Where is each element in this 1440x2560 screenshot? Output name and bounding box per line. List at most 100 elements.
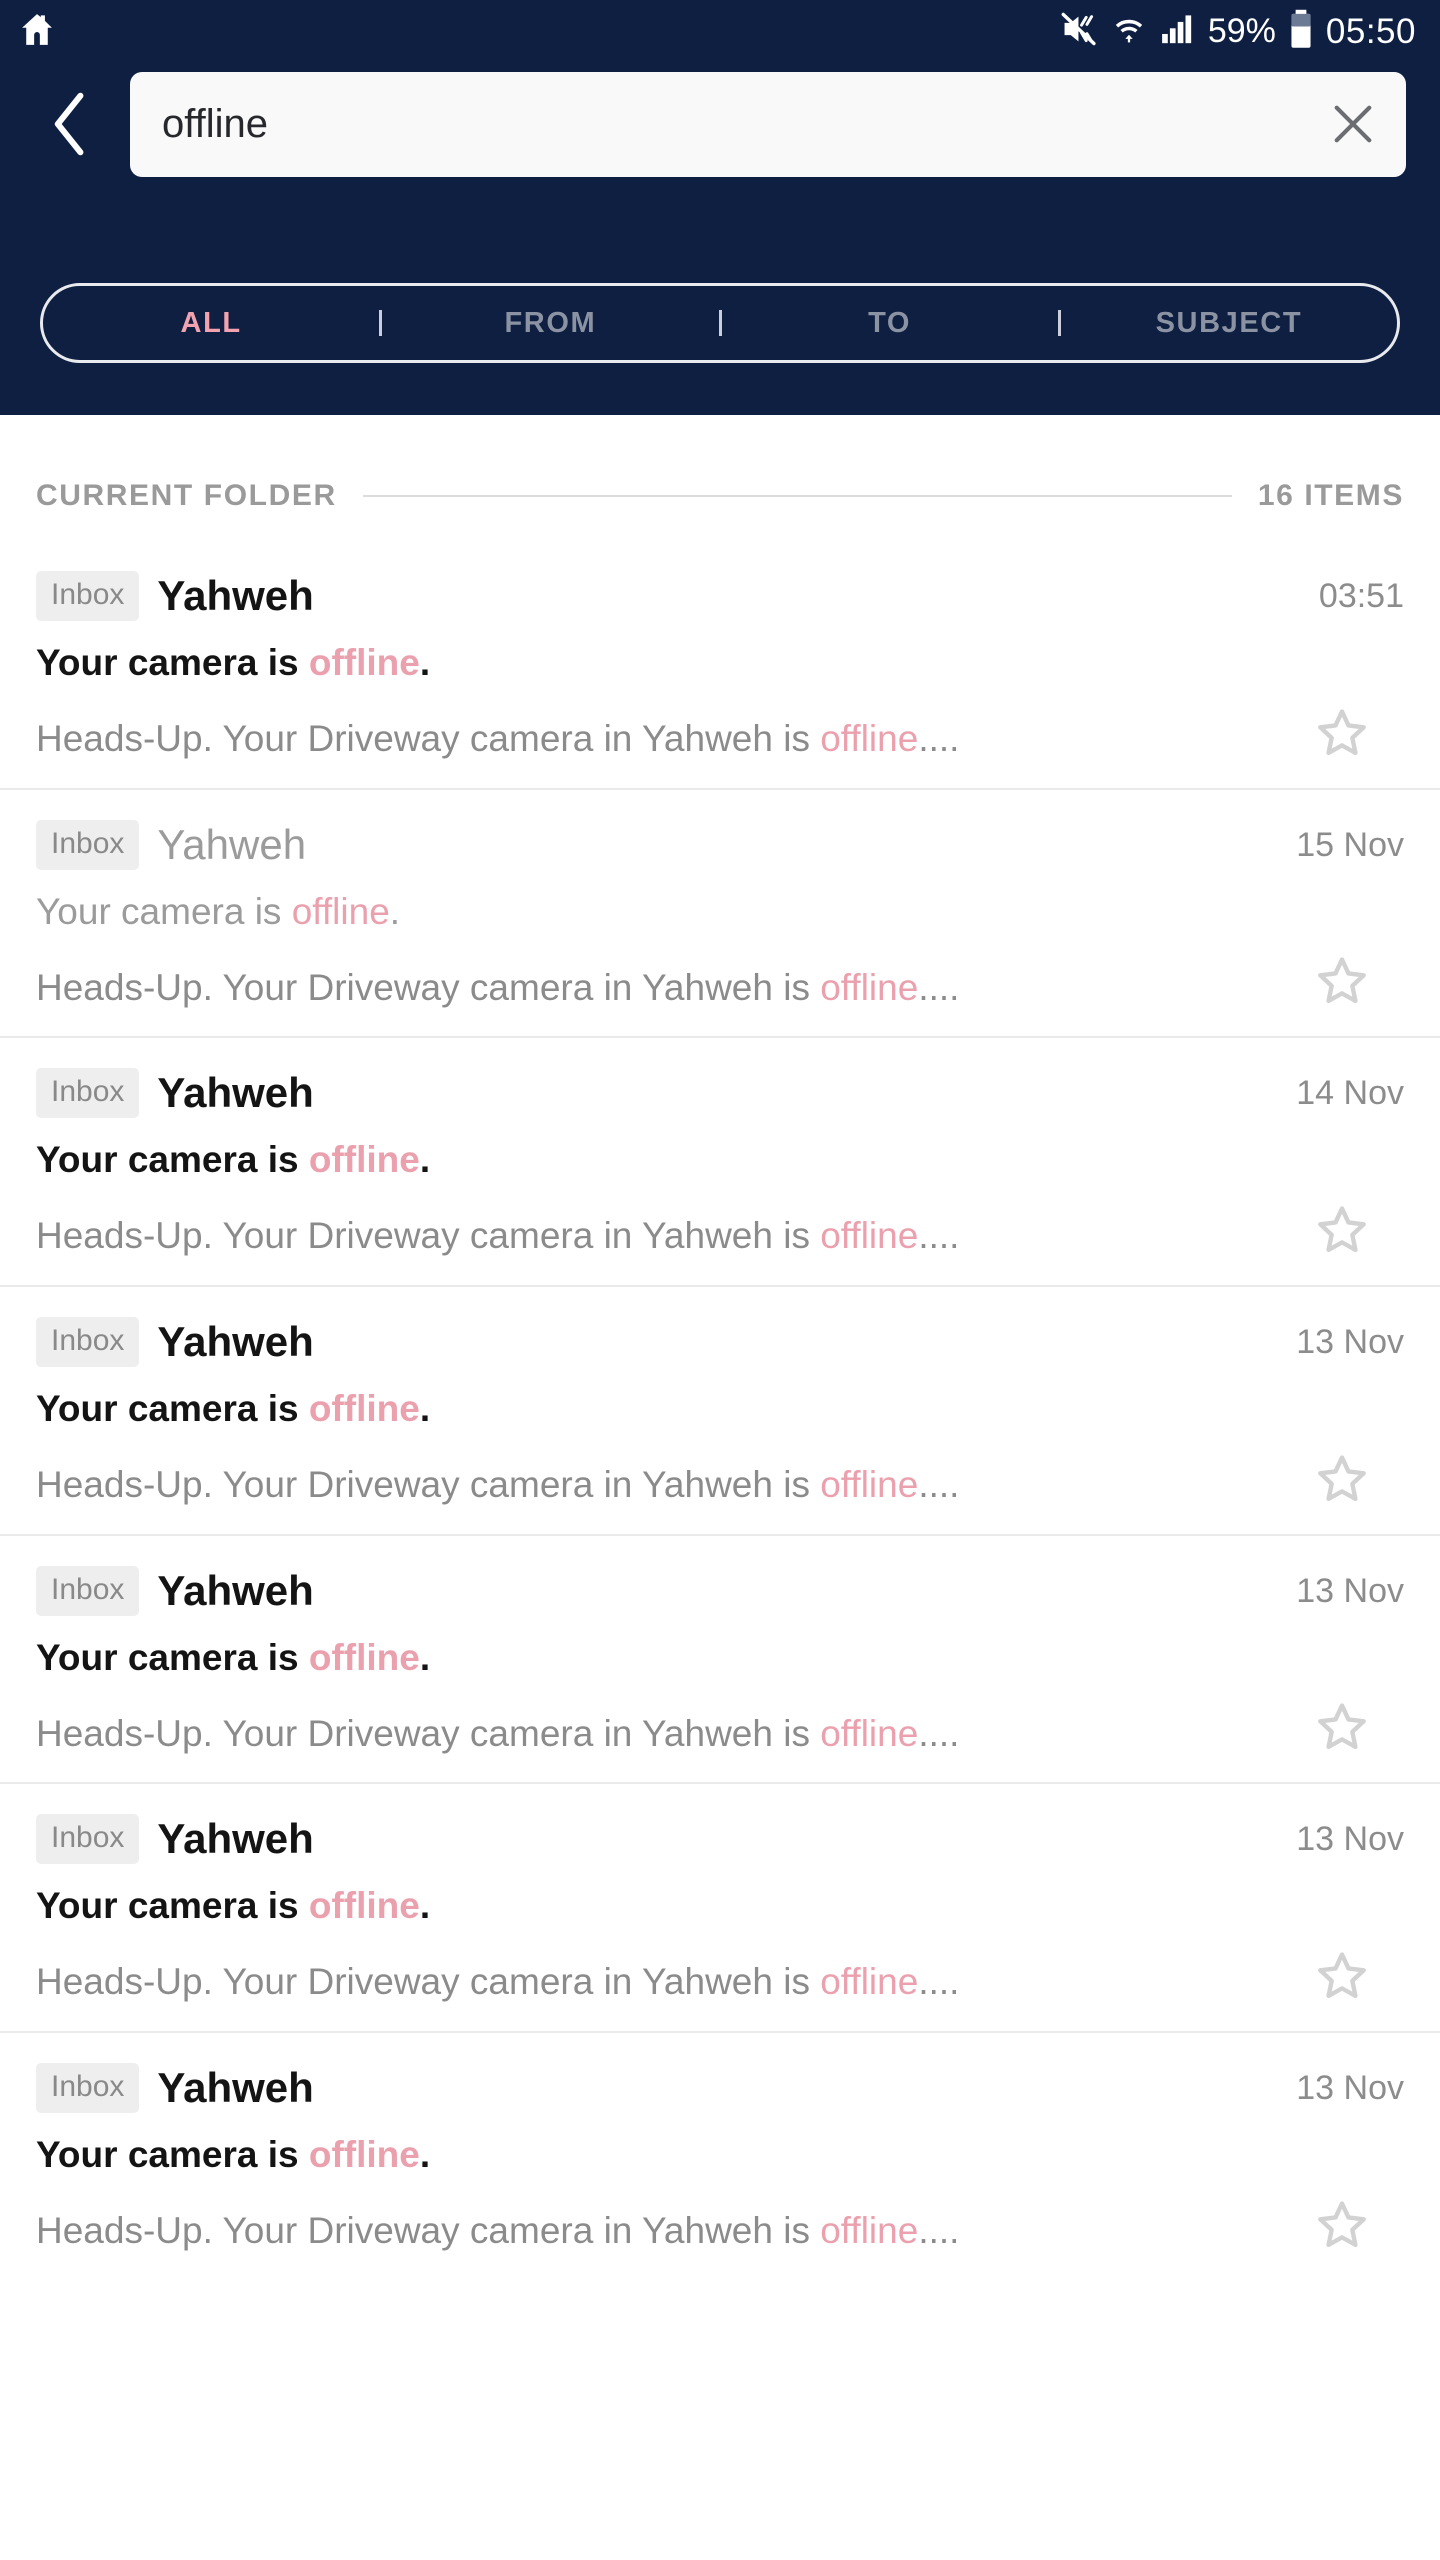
subject-text-after: . xyxy=(419,2135,431,2176)
preview-text-before: Heads-Up. Your Driveway camera in Yahweh… xyxy=(36,2211,821,2252)
email-sender: Yahweh xyxy=(157,2066,314,2111)
email-sender: Yahweh xyxy=(157,1568,314,1613)
email-row-top: Inbox Yahweh 13 Nov xyxy=(36,2063,1404,2114)
preview-text-before: Heads-Up. Your Driveway camera in Yahweh… xyxy=(36,1465,821,1506)
star-icon[interactable] xyxy=(1310,950,1374,1014)
subject-text-after: . xyxy=(419,643,431,683)
battery-percent-label: 59% xyxy=(1207,12,1276,50)
preview-text-after: .... xyxy=(918,2211,960,2252)
email-date: 14 Nov xyxy=(1296,1074,1404,1113)
email-list-item[interactable]: Inbox Yahweh 14 Nov Your camera is offline.… xyxy=(0,1036,1440,1285)
status-bar: 59% 05:50 xyxy=(0,0,1440,62)
section-divider xyxy=(362,495,1232,497)
list-section-header: CURRENT FOLDER 16 ITEMS xyxy=(0,451,1440,541)
email-row-top: Inbox Yahweh 13 Nov xyxy=(36,1814,1404,1865)
tab-all[interactable]: ALL xyxy=(43,308,379,338)
preview-text-before: Heads-Up. Your Driveway camera in Yahweh… xyxy=(36,1216,821,1257)
email-preview-row: Heads-Up. Your Driveway camera in Yahweh… xyxy=(36,702,1404,766)
subject-search-highlight: offline xyxy=(308,1886,420,1927)
folder-badge: Inbox xyxy=(36,2063,140,2114)
email-row-top: Inbox Yahweh 03:51 xyxy=(36,571,1404,621)
folder-badge: Inbox xyxy=(36,1317,140,1368)
search-input[interactable]: offline xyxy=(162,104,1322,144)
search-scope-filter-tabs: ALL FROM TO SUBJECT xyxy=(40,283,1400,363)
email-preview: Heads-Up. Your Driveway camera in Yahweh… xyxy=(36,719,1286,766)
email-subject: Your camera is offline. xyxy=(36,1140,1404,1181)
email-preview-row: Heads-Up. Your Driveway camera in Yahweh… xyxy=(36,1945,1404,2009)
preview-text-after: .... xyxy=(918,1465,960,1506)
subject-text-before: Your camera is xyxy=(36,2135,309,2176)
email-subject: Your camera is offline. xyxy=(36,1638,1404,1679)
preview-text-after: .... xyxy=(918,1713,960,1754)
subject-text-before: Your camera is xyxy=(36,891,292,932)
subject-search-highlight: offline xyxy=(308,2135,420,2176)
current-folder-label: CURRENT FOLDER xyxy=(36,479,337,512)
email-list-item[interactable]: Inbox Yahweh 13 Nov Your camera is offline.… xyxy=(0,1285,1440,1534)
preview-text-after: .... xyxy=(918,719,960,759)
email-date: 15 Nov xyxy=(1296,825,1404,864)
email-list-item[interactable]: Inbox Yahweh 13 Nov Your camera is offline.… xyxy=(0,1533,1440,1783)
preview-search-highlight: offline xyxy=(820,967,919,1008)
status-bar-right: 59% 05:50 xyxy=(1061,9,1416,54)
preview-text-before: Heads-Up. Your Driveway camera in Yahweh… xyxy=(36,719,821,759)
email-preview-row: Heads-Up. Your Driveway camera in Yahweh… xyxy=(36,950,1404,1014)
email-list-item[interactable]: Inbox Yahweh 03:51 Your camera is offline. H… xyxy=(0,541,1440,788)
subject-search-highlight: offline xyxy=(308,1389,420,1430)
email-list-item[interactable]: Inbox Yahweh 13 Nov Your camera is offline.… xyxy=(0,2031,1440,2280)
email-list-item[interactable]: Inbox Yahweh 15 Nov Your camera is offline.… xyxy=(0,787,1440,1037)
star-icon[interactable] xyxy=(1310,1199,1374,1263)
home-icon xyxy=(18,9,56,54)
email-preview: Heads-Up. Your Driveway camera in Yahweh… xyxy=(36,2211,1286,2258)
subject-text-before: Your camera is xyxy=(36,1140,309,1181)
email-preview: Heads-Up. Your Driveway camera in Yahweh… xyxy=(36,1962,1286,2009)
star-icon[interactable] xyxy=(1310,1448,1374,1512)
email-subject: Your camera is offline. xyxy=(36,892,1404,933)
preview-text-before: Heads-Up. Your Driveway camera in Yahweh… xyxy=(36,967,821,1008)
search-input-container[interactable]: offline xyxy=(130,71,1406,177)
star-icon[interactable] xyxy=(1310,1945,1374,2009)
tab-to[interactable]: TO xyxy=(722,308,1058,338)
mute-icon xyxy=(1061,12,1099,51)
preview-text-before: Heads-Up. Your Driveway camera in Yahweh… xyxy=(36,1713,821,1754)
email-preview: Heads-Up. Your Driveway camera in Yahweh… xyxy=(36,1465,1286,1512)
search-bar-row: offline xyxy=(0,64,1440,184)
wifi-icon xyxy=(1112,12,1146,51)
back-chevron-icon[interactable] xyxy=(34,87,108,161)
email-row-top: Inbox Yahweh 13 Nov xyxy=(36,1317,1404,1368)
preview-search-highlight: offline xyxy=(820,1216,919,1257)
email-list-item[interactable]: Inbox Yahweh 13 Nov Your camera is offline.… xyxy=(0,1782,1440,2031)
email-subject: Your camera is offline. xyxy=(36,643,1404,684)
close-x-icon[interactable] xyxy=(1322,93,1384,155)
email-date: 13 Nov xyxy=(1296,2069,1404,2108)
email-date: 13 Nov xyxy=(1296,1323,1404,1362)
email-row-top: Inbox Yahweh 13 Nov xyxy=(36,1565,1404,1616)
subject-search-highlight: offline xyxy=(308,1140,420,1181)
preview-search-highlight: offline xyxy=(820,1713,919,1754)
email-row-top: Inbox Yahweh 15 Nov xyxy=(36,819,1404,870)
subject-search-highlight: offline xyxy=(308,643,420,683)
tab-from[interactable]: FROM xyxy=(382,308,718,338)
clock-label: 05:50 xyxy=(1325,11,1416,51)
subject-text-before: Your camera is xyxy=(36,643,309,683)
app-header: 59% 05:50 offline ALL FROM TO SUBJECT xyxy=(0,0,1440,415)
star-icon[interactable] xyxy=(1310,1696,1374,1760)
folder-badge: Inbox xyxy=(36,1814,140,1865)
folder-badge: Inbox xyxy=(36,1565,140,1616)
email-sender: Yahweh xyxy=(157,573,314,619)
subject-text-before: Your camera is xyxy=(36,1637,309,1678)
email-subject: Your camera is offline. xyxy=(36,1886,1404,1927)
folder-badge: Inbox xyxy=(36,571,140,621)
folder-badge: Inbox xyxy=(36,1068,140,1119)
email-sender: Yahweh xyxy=(157,1817,314,1862)
email-date: 13 Nov xyxy=(1296,1820,1404,1859)
preview-text-after: .... xyxy=(918,1962,960,2003)
tab-subject[interactable]: SUBJECT xyxy=(1061,308,1397,338)
email-preview-row: Heads-Up. Your Driveway camera in Yahweh… xyxy=(36,1199,1404,1263)
item-count-label: 16 ITEMS xyxy=(1257,479,1404,512)
email-subject: Your camera is offline. xyxy=(36,1389,1404,1430)
star-icon[interactable] xyxy=(1310,2194,1374,2258)
star-icon[interactable] xyxy=(1310,702,1374,766)
subject-text-after: . xyxy=(419,1389,431,1430)
email-subject: Your camera is offline. xyxy=(36,2135,1404,2176)
email-preview: Heads-Up. Your Driveway camera in Yahweh… xyxy=(36,1714,1286,1761)
